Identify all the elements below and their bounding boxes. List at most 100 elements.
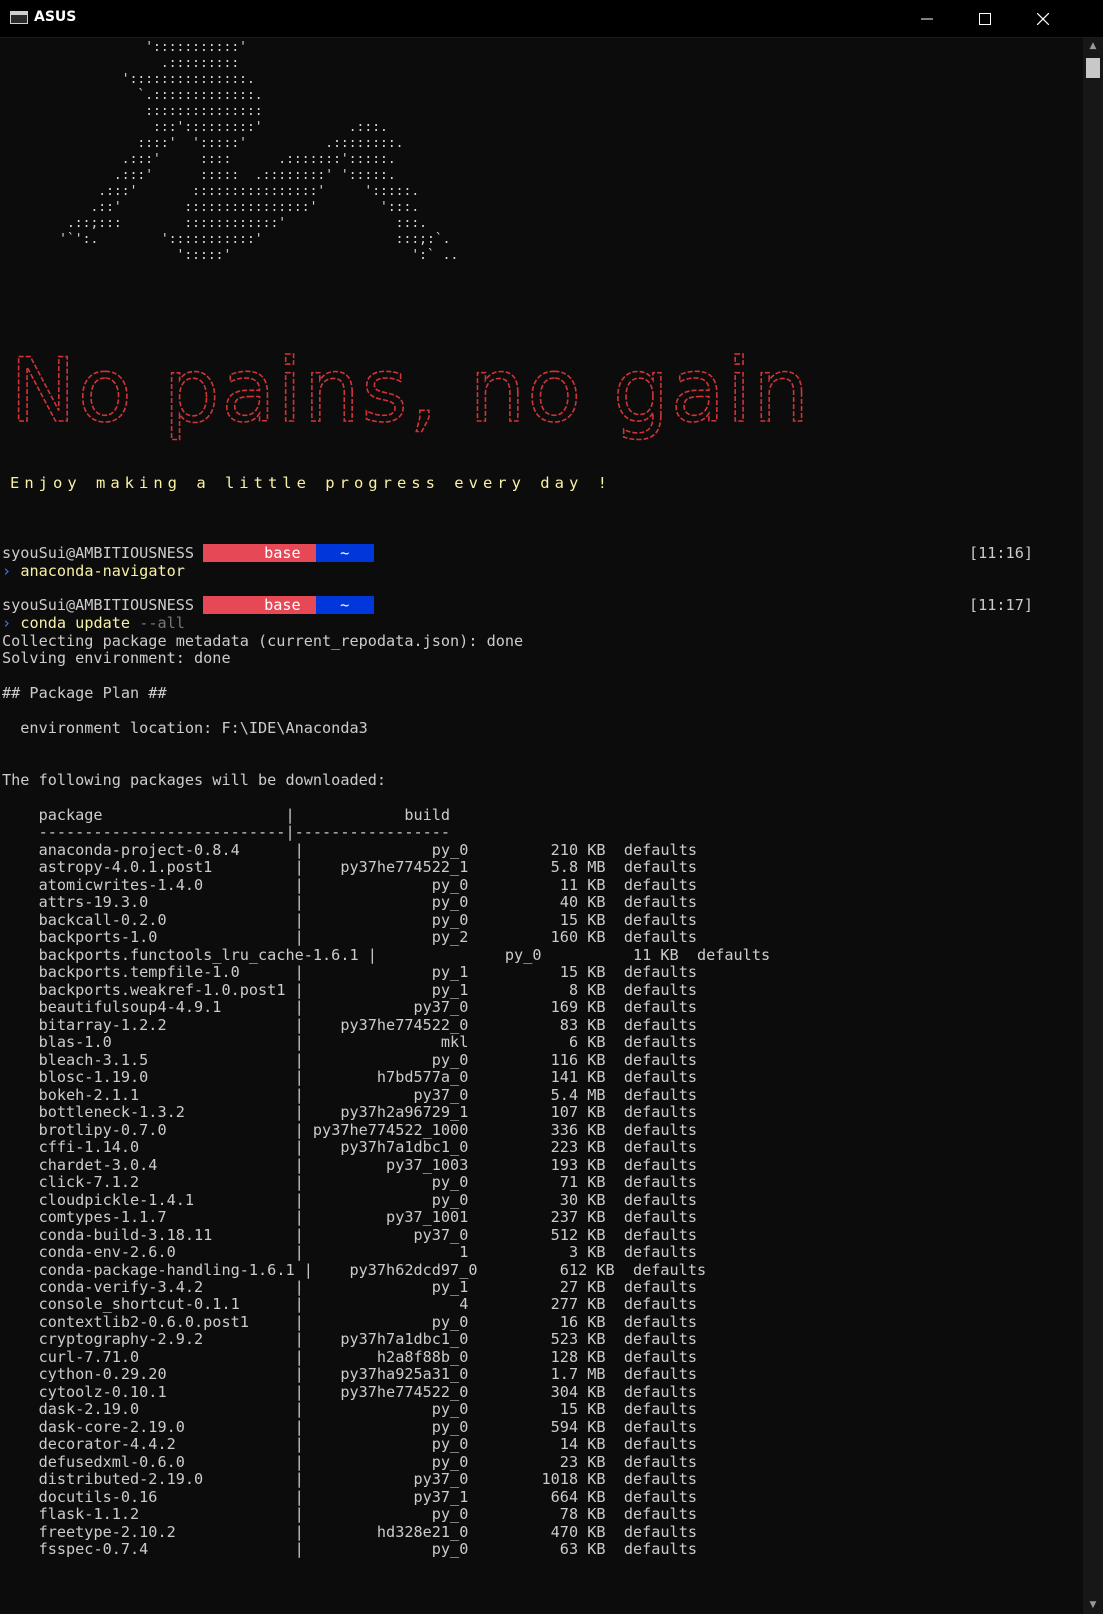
- package-size: 1.7 MB: [486, 1365, 606, 1384]
- package-size: 304 KB: [486, 1382, 606, 1401]
- package-build: py37h7a1dbc1_0: [312, 1138, 469, 1157]
- package-size: 336 KB: [486, 1120, 606, 1139]
- package-channel: defaults: [623, 1033, 697, 1052]
- terminal-app-icon: [10, 11, 28, 24]
- package-channel: defaults: [623, 1278, 697, 1296]
- package-channel: defaults: [696, 945, 771, 964]
- maximize-button[interactable]: [956, 0, 1014, 37]
- package-row: dask-core-2.19.0 | py_0 594 KB defaults: [38, 1417, 697, 1436]
- command-args: --all: [130, 614, 185, 632]
- package-row: comtypes-1.1.7 | py37_1001 237 KB defaul…: [38, 1208, 697, 1227]
- package-row: backports.weakref-1.0.post1 | py_1 8 KB …: [38, 980, 697, 999]
- package-name: backports-1.0: [38, 928, 286, 947]
- package-size: 27 KB: [486, 1278, 606, 1296]
- package-channel: defaults: [623, 1312, 697, 1331]
- package-size: 107 KB: [486, 1103, 606, 1122]
- scroll-up-icon[interactable]: ▲: [1083, 38, 1103, 55]
- package-row: cffi-1.14.0 | py37h7a1dbc1_0 223 KB defa…: [38, 1138, 697, 1157]
- package-size: 470 KB: [486, 1522, 606, 1541]
- package-row: bleach-3.1.5 | py_0 116 KB defaults: [38, 1050, 697, 1069]
- close-button[interactable]: [1014, 0, 1072, 37]
- package-name: cffi-1.14.0: [38, 1138, 286, 1157]
- package-name: conda-env-2.6.0: [38, 1243, 286, 1262]
- package-channel: defaults: [623, 1068, 697, 1087]
- package-table-rule: ---------------------------|------------…: [2, 823, 451, 841]
- package-build: py37h7a1dbc1_0: [312, 1330, 469, 1349]
- package-build: py37h2a96729_1: [312, 1103, 469, 1122]
- package-row: defusedxml-0.6.0 | py_0 23 KB defaults: [38, 1452, 697, 1471]
- package-channel: defaults: [623, 998, 697, 1017]
- directory-segment: ~: [315, 596, 374, 614]
- package-build: py37ha925a31_0: [312, 1365, 469, 1384]
- package-build: py_0: [386, 945, 542, 964]
- package-channel: defaults: [623, 1295, 697, 1314]
- package-build: py_2: [312, 928, 469, 947]
- package-build: py37_0: [312, 998, 469, 1017]
- package-build: py37he774522_1: [312, 858, 469, 877]
- package-row: cloudpickle-1.4.1 | py_0 30 KB defaults: [38, 1190, 697, 1209]
- package-size: 30 KB: [486, 1190, 606, 1209]
- package-name: blas-1.0: [38, 1033, 286, 1052]
- package-size: 8 KB: [486, 980, 606, 999]
- package-name: curl-7.71.0: [38, 1347, 286, 1366]
- package-channel: defaults: [623, 1050, 697, 1069]
- package-row: docutils-0.16 | py37_1 664 KB defaults: [38, 1487, 697, 1506]
- package-channel: defaults: [623, 1330, 697, 1349]
- package-name: bokeh-2.1.1: [38, 1085, 286, 1104]
- package-build: py_0: [312, 875, 469, 894]
- scrollbar-thumb[interactable]: [1086, 58, 1100, 78]
- package-name: contextlib2-0.6.0.post1: [38, 1312, 286, 1331]
- package-channel: defaults: [623, 1103, 697, 1122]
- output-line: ## Package Plan ##: [2, 684, 167, 702]
- package-build: py_0: [312, 1435, 469, 1454]
- package-size: 6 KB: [486, 1033, 606, 1052]
- package-row: contextlib2-0.6.0.post1 | py_0 16 KB def…: [38, 1312, 697, 1331]
- minimize-button[interactable]: [898, 0, 956, 37]
- package-row: freetype-2.10.2 | hd328e21_0 470 KB defa…: [38, 1522, 697, 1541]
- package-name: backports.tempfile-1.0: [38, 963, 286, 982]
- package-build: py37_1: [312, 1487, 469, 1506]
- package-build: py37_0: [312, 1470, 469, 1489]
- package-build: py37h62dcd97_0: [322, 1260, 478, 1279]
- package-name: atomicwrites-1.4.0: [38, 875, 286, 894]
- command-line: › conda update --all: [2, 614, 185, 632]
- package-build: py_0: [312, 1312, 469, 1331]
- package-name: backcall-0.2.0: [38, 910, 286, 929]
- package-size: 169 KB: [486, 998, 606, 1017]
- package-row: bottleneck-1.3.2 | py37h2a96729_1 107 KB…: [38, 1103, 697, 1122]
- maximize-icon: [979, 12, 991, 25]
- terminal-viewport[interactable]: ':::::::::::' .::::::::: '::::::::::::::…: [0, 38, 1083, 1614]
- package-size: 83 KB: [486, 1015, 606, 1034]
- package-name: decorator-4.4.2: [38, 1435, 286, 1454]
- package-size: 78 KB: [486, 1505, 606, 1524]
- package-name: blosc-1.19.0: [38, 1068, 286, 1087]
- package-build: py_0: [312, 1540, 469, 1559]
- package-build: py_1: [312, 1278, 469, 1296]
- package-name: flask-1.1.2: [38, 1505, 286, 1524]
- window-titlebar[interactable]: ASUS: [0, 0, 1103, 38]
- vertical-scrollbar[interactable]: ▲ ▼: [1083, 38, 1103, 1614]
- package-channel: defaults: [623, 980, 697, 999]
- package-channel: defaults: [623, 1505, 697, 1524]
- package-row: backcall-0.2.0 | py_0 15 KB defaults: [38, 910, 697, 929]
- package-row: blas-1.0 | mkl 6 KB defaults: [38, 1033, 697, 1052]
- package-name: cryptography-2.9.2: [38, 1330, 286, 1349]
- package-channel: defaults: [623, 1138, 697, 1157]
- package-size: 141 KB: [486, 1068, 606, 1087]
- package-size: 40 KB: [486, 893, 606, 912]
- package-channel: defaults: [623, 1522, 697, 1541]
- directory-label: ~: [340, 596, 350, 614]
- package-row: backports-1.0 | py_2 160 KB defaults: [38, 928, 697, 947]
- package-build: py37he774522_0: [312, 1382, 469, 1401]
- package-name: bottleneck-1.3.2: [38, 1103, 286, 1122]
- package-build: py37_0: [312, 1225, 469, 1244]
- package-row: beautifulsoup4-4.9.1 | py37_0 169 KB def…: [38, 998, 697, 1017]
- package-row: console_shortcut-0.1.1 | 4 277 KB defaul…: [38, 1295, 697, 1314]
- package-channel: defaults: [623, 1243, 697, 1262]
- package-build: py_0: [312, 1050, 469, 1069]
- package-channel: defaults: [623, 1452, 697, 1471]
- package-row: conda-verify-3.4.2 | py_1 27 KB defaults: [38, 1278, 697, 1296]
- package-channel: defaults: [623, 893, 697, 912]
- scroll-down-icon[interactable]: ▼: [1083, 1597, 1103, 1614]
- package-row: anaconda-project-0.8.4 | py_0 210 KB def…: [38, 841, 697, 859]
